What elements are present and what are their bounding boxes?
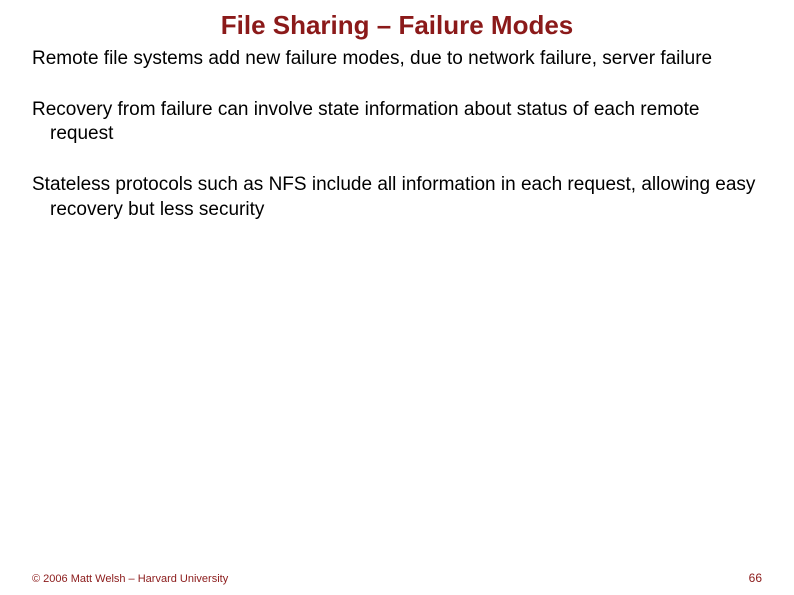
content-area: Remote file systems add new failure mode… xyxy=(0,47,794,222)
footer-page-number: 66 xyxy=(749,571,762,585)
slide-title: File Sharing – Failure Modes xyxy=(0,0,794,47)
bullet-item: Recovery from failure can involve state … xyxy=(32,98,762,147)
footer-copyright: © 2006 Matt Welsh – Harvard University xyxy=(32,573,228,585)
bullet-item: Stateless protocols such as NFS include … xyxy=(32,173,762,222)
bullet-item: Remote file systems add new failure mode… xyxy=(32,47,762,72)
